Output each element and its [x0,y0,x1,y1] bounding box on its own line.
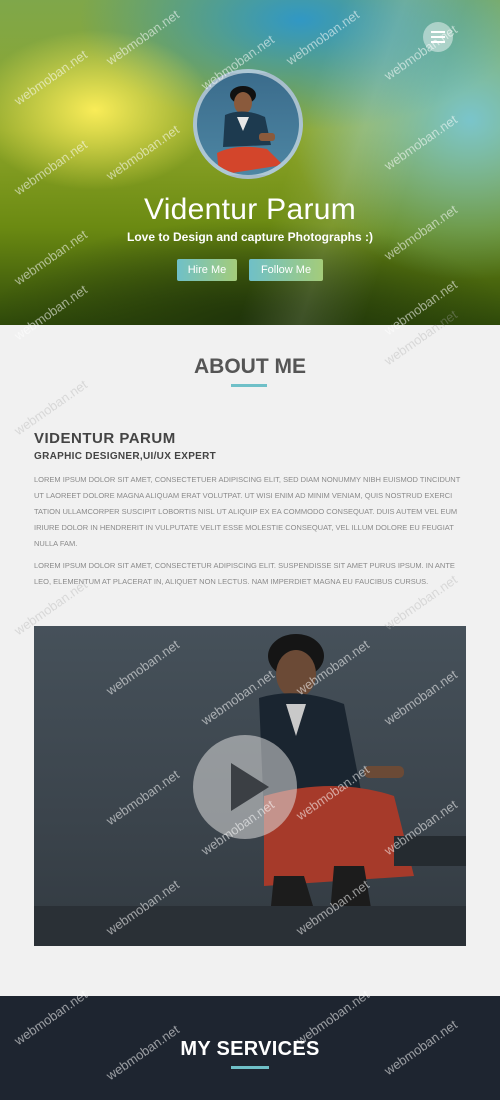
about-paragraph: LOREM IPSUM DOLOR SIT AMET, CONSECTETUR … [34,561,455,586]
hamburger-icon-line [431,31,445,33]
hamburger-icon-line [431,41,445,43]
title-underline [231,384,267,387]
follow-me-button[interactable]: Follow Me [249,259,323,281]
hire-me-button[interactable]: Hire Me [177,259,237,281]
about-paragraph: LOREM IPSUM DOLOR SIT AMET, CONSECTETUER… [34,475,461,548]
about-name: VIDENTUR PARUM [34,430,176,447]
services-section-title: MY SERVICES [180,1038,320,1060]
play-icon [231,763,269,811]
about-section-title: ABOUT ME [194,355,306,378]
hero-tagline: Love to Design and capture Photographs :… [126,230,374,244]
menu-button[interactable] [423,22,453,52]
title-underline [231,1066,269,1069]
watermark-text: webmoban.net [11,376,90,439]
person-illustration-icon [217,86,283,175]
play-button[interactable] [193,735,297,839]
hamburger-icon-line [431,36,445,38]
profile-avatar [193,69,303,179]
hero-name: Videntur Parum [143,193,357,226]
about-role: GRAPHIC DESIGNER,UI/UX EXPERT [34,451,217,462]
